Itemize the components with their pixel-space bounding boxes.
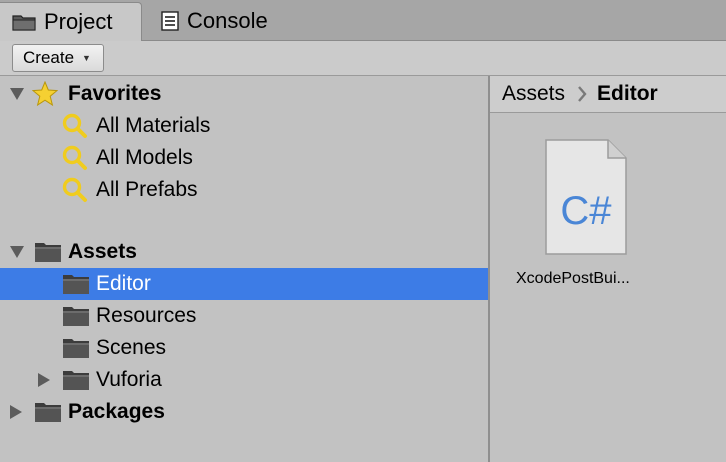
folder-icon [62, 273, 90, 295]
breadcrumb: Assets Editor [490, 76, 726, 113]
asset-file-name: XcodePostBui... [516, 270, 630, 287]
assets-pane: Assets Editor C# XcodePostBui... [490, 76, 726, 462]
tree-label: All Prefabs [96, 178, 198, 201]
csharp-script-icon: C# [544, 138, 628, 261]
tree-label: Packages [68, 400, 165, 423]
tree-label: Editor [96, 272, 151, 295]
tree-item-scenes[interactable]: Scenes [0, 332, 488, 364]
folder-icon [62, 305, 90, 327]
project-tree: Favorites All Materials All Models All P… [0, 76, 488, 462]
folder-icon [62, 337, 90, 359]
tree-item-all-materials[interactable]: All Materials [0, 110, 488, 142]
folder-icon [34, 401, 62, 423]
csharp-glyph: C# [560, 189, 612, 233]
tree-item-all-models[interactable]: All Models [0, 142, 488, 174]
tree-item-editor[interactable]: Editor [0, 268, 488, 300]
console-icon [161, 11, 179, 31]
collapse-arrow-icon[interactable] [38, 373, 50, 387]
expand-arrow-icon[interactable] [10, 246, 24, 258]
breadcrumb-assets[interactable]: Assets [502, 82, 565, 106]
chevron-right-icon [577, 86, 587, 102]
expand-arrow-icon[interactable] [10, 88, 24, 100]
breadcrumb-editor[interactable]: Editor [597, 82, 658, 106]
tab-label: Project [44, 9, 113, 34]
project-toolbar: Create ▼ [0, 41, 726, 76]
star-icon [32, 81, 58, 107]
tree-label: All Models [96, 146, 193, 169]
tree-label: Assets [68, 240, 137, 263]
search-icon [62, 145, 88, 171]
tree-item-resources[interactable]: Resources [0, 300, 488, 332]
tab-bar: Project Console [0, 0, 726, 41]
search-icon [62, 113, 88, 139]
folder-icon [34, 241, 62, 263]
dropdown-caret-icon: ▼ [82, 53, 91, 63]
tree-item-all-prefabs[interactable]: All Prefabs [0, 174, 488, 206]
create-label: Create [23, 48, 75, 67]
tree-item-vuforia[interactable]: Vuforia [0, 364, 488, 396]
tab-label: Console [187, 8, 268, 33]
tab-project[interactable]: Project [0, 2, 142, 41]
tab-console[interactable]: Console [157, 2, 268, 40]
create-button[interactable]: Create ▼ [12, 44, 104, 72]
tree-item-packages[interactable]: Packages [0, 396, 488, 428]
tree-label: Vuforia [96, 368, 162, 391]
tree-item-favorites[interactable]: Favorites [0, 78, 488, 110]
tree-label: Scenes [96, 336, 167, 359]
tree-label: Favorites [68, 82, 162, 105]
folder-icon [12, 13, 36, 31]
tree-label: All Materials [96, 114, 211, 137]
search-icon [62, 177, 88, 203]
folder-icon [62, 369, 90, 391]
collapse-arrow-icon[interactable] [10, 405, 22, 419]
tree-label: Resources [96, 304, 197, 327]
tree-item-assets[interactable]: Assets [0, 236, 488, 268]
